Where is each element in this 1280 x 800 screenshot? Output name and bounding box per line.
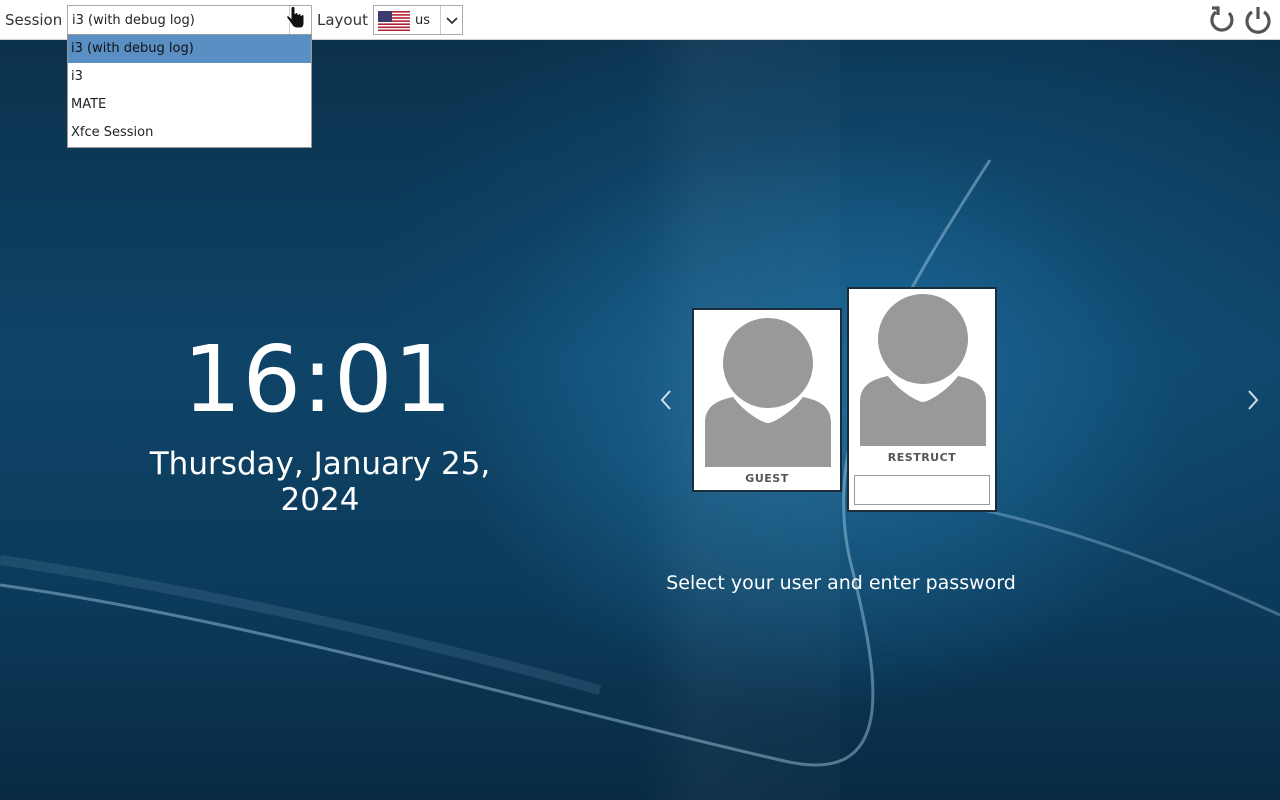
chevron-left-icon[interactable] [656, 385, 676, 415]
restart-icon[interactable] [1207, 5, 1237, 35]
password-field[interactable] [854, 475, 990, 505]
hand-cursor-icon [286, 6, 305, 29]
session-dropdown-list: i3 (with debug log) i3 MATE Xfce Session [67, 34, 312, 148]
user-card-guest[interactable]: GUEST [692, 308, 842, 492]
session-option-mate[interactable]: MATE [68, 91, 311, 119]
power-icon[interactable] [1243, 5, 1273, 35]
layout-label: Layout [317, 11, 368, 29]
session-label: Session [5, 11, 63, 29]
layout-select[interactable]: us [373, 5, 463, 35]
chevron-right-icon[interactable] [1243, 385, 1263, 415]
session-option-i3[interactable]: i3 [68, 63, 311, 91]
layout-dropdown-arrow[interactable] [440, 6, 462, 34]
session-select[interactable]: i3 (with debug log) [67, 5, 312, 35]
user-name-guest: GUEST [745, 472, 789, 485]
session-select-value: i3 (with debug log) [72, 13, 195, 28]
us-flag-icon [378, 11, 410, 31]
user-name-restruct: RESTRUCT [887, 451, 957, 464]
user-card-restruct[interactable]: RESTRUCT [847, 287, 997, 512]
clock-time: 16:01 [182, 326, 454, 433]
layout-select-value: us [415, 13, 431, 28]
user-avatar-icon [705, 318, 831, 467]
session-option-i3-debug[interactable]: i3 (with debug log) [68, 35, 311, 63]
clock-date: Thursday, January 25, 2024 [149, 446, 491, 518]
login-hint: Select your user and enter password [666, 572, 1016, 594]
user-avatar-icon [860, 294, 986, 446]
session-option-xfce[interactable]: Xfce Session [68, 119, 311, 147]
chevron-down-icon [446, 17, 458, 25]
